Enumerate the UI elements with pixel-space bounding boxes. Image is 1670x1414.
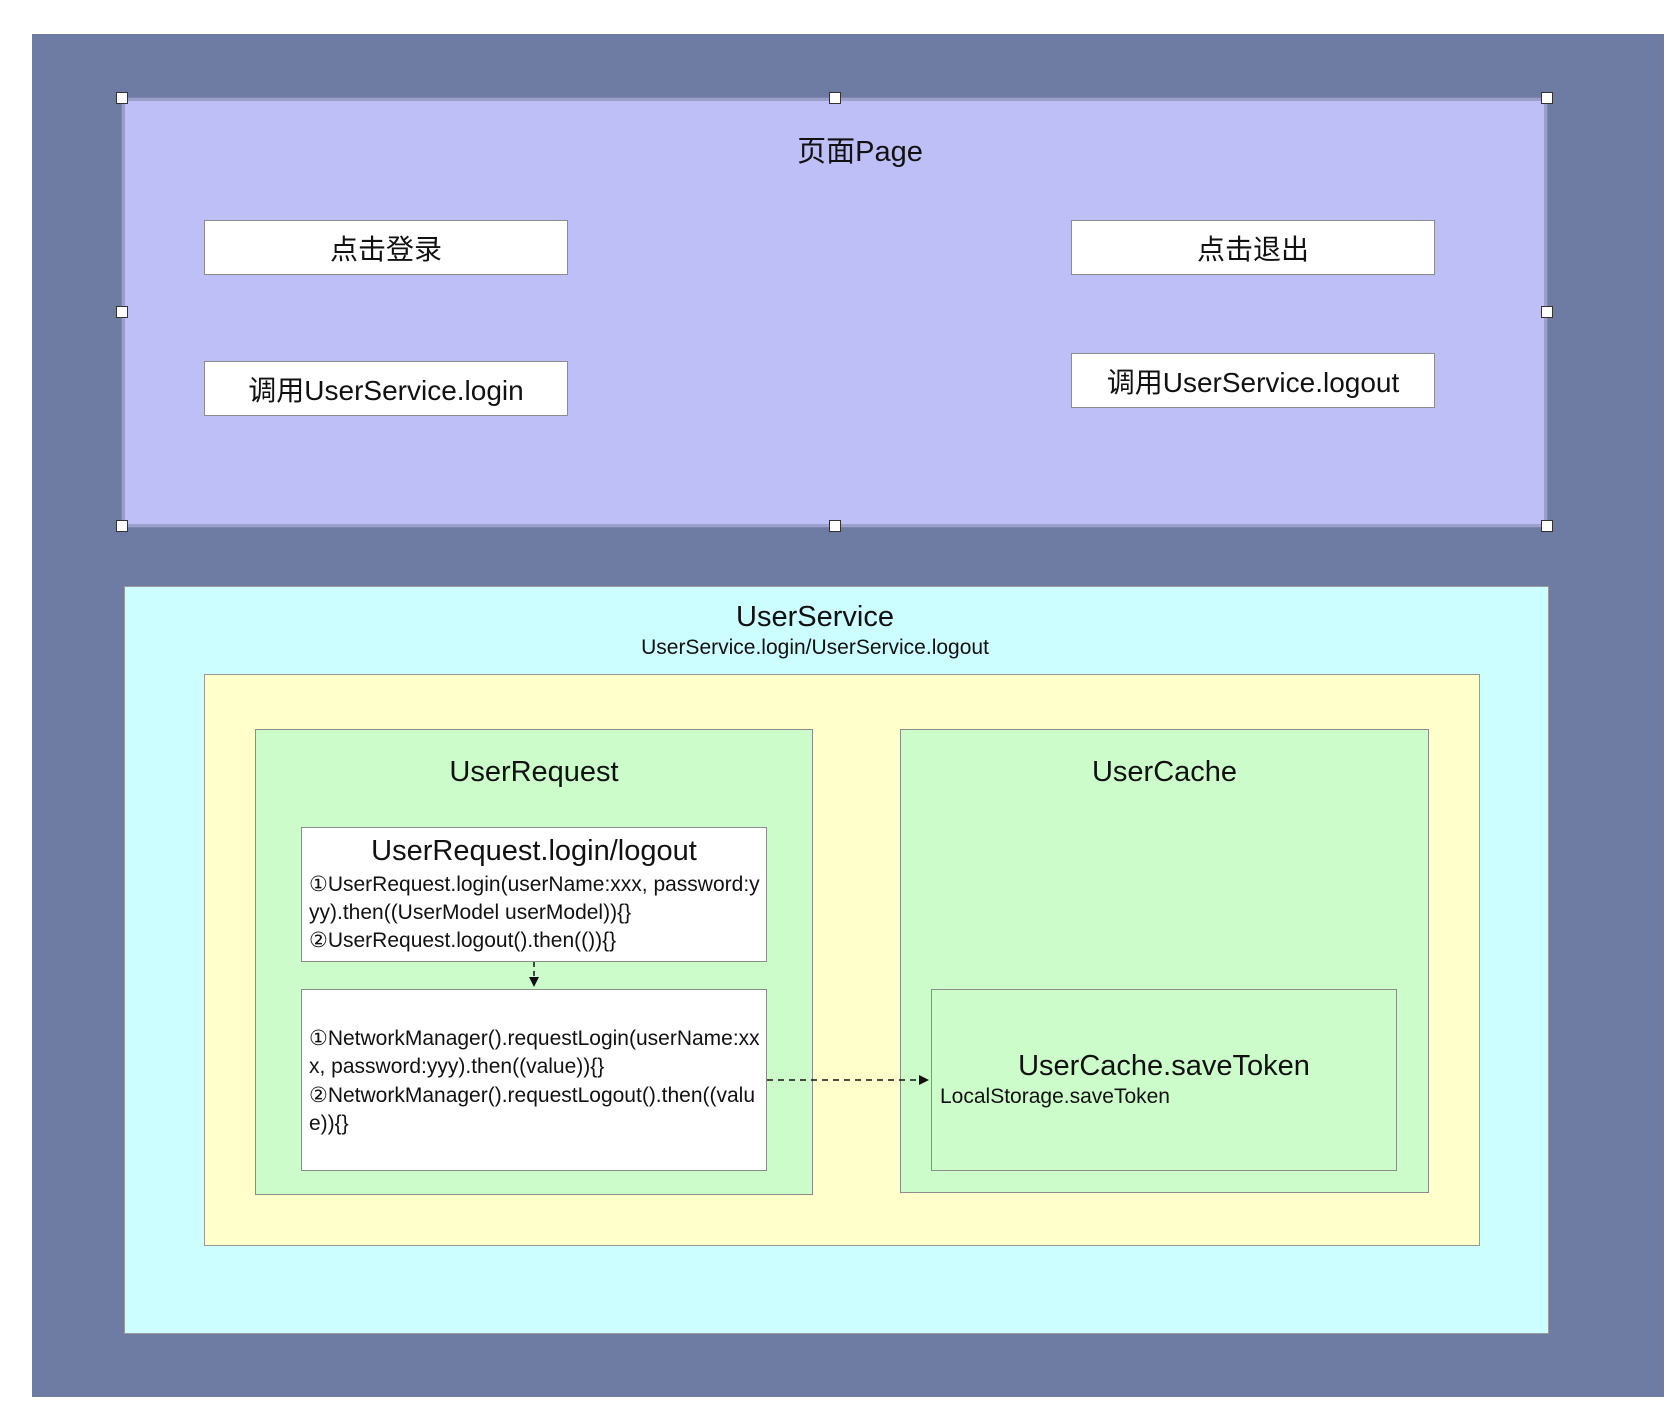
connector-layer (529, 962, 929, 1085)
diagram-canvas: 页面Page 点击登录 点击退出 调用UserService.login 调用U… (0, 0, 1670, 1414)
